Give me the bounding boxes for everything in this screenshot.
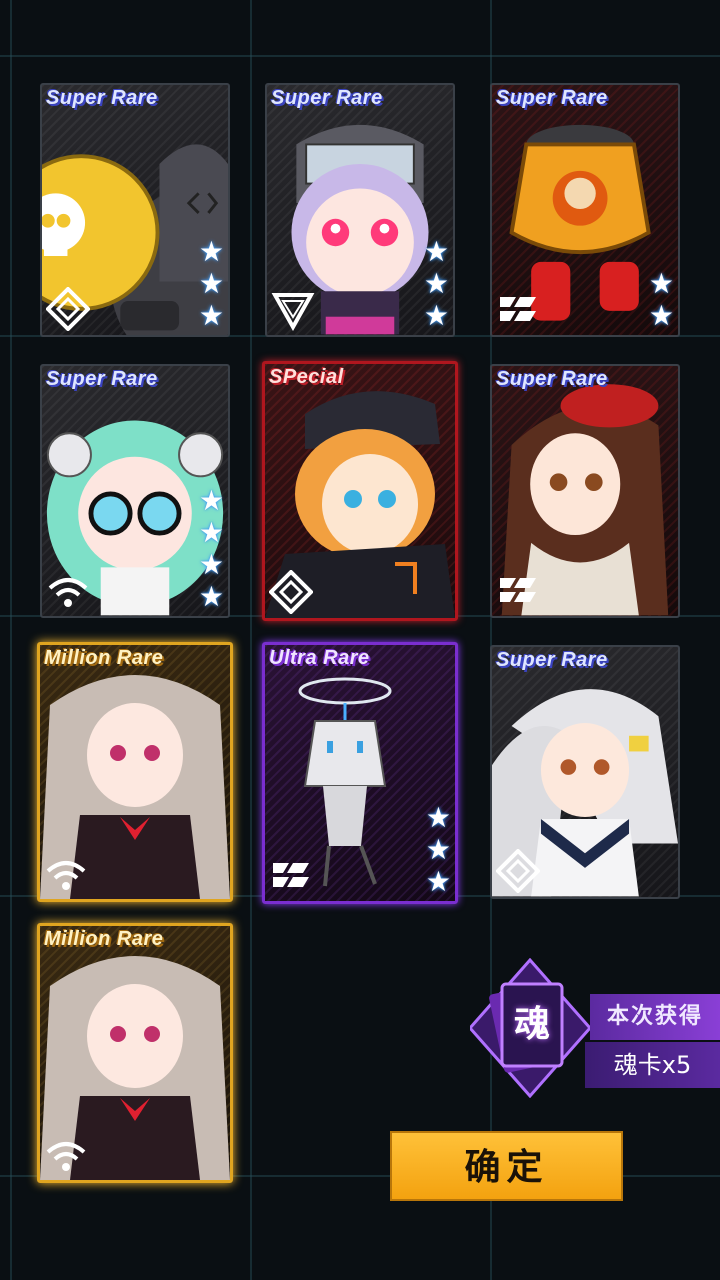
diamond-faction-icon xyxy=(496,849,540,893)
card-8[interactable]: Ultra Rare ★ ★ ★ xyxy=(262,642,458,904)
star-icon: ★ xyxy=(198,548,224,581)
star-icon: ★ xyxy=(198,516,224,549)
rarity-label: Million Rare xyxy=(44,928,164,950)
card-1[interactable]: Super Rare ★ ★ ★ xyxy=(40,83,230,337)
diamond-faction-icon xyxy=(269,570,313,614)
star-icon: ★ xyxy=(425,801,451,834)
soul-card-label: 魂 xyxy=(513,1004,550,1045)
diamond-faction-icon xyxy=(46,287,90,331)
card-3[interactable]: Super Rare ★ ★ xyxy=(490,83,680,337)
star-icon: ★ xyxy=(198,484,224,517)
star-icon: ★ xyxy=(425,865,451,898)
reward-title: 本次获得 xyxy=(590,994,720,1040)
card-6[interactable]: Super Rare xyxy=(490,364,680,618)
wifi-faction-icon xyxy=(46,861,86,890)
star-icon: ★ xyxy=(423,299,449,332)
star-icon: ★ xyxy=(198,235,224,268)
star-rating: ★ ★ ★ xyxy=(424,237,449,331)
card-2[interactable]: Super Rare ★ ★ ★ xyxy=(265,83,455,337)
star-rating: ★ ★ ★ xyxy=(199,237,224,331)
star-icon: ★ xyxy=(648,267,674,300)
rarity-label: Super Rare xyxy=(46,87,158,109)
star-icon: ★ xyxy=(423,267,449,300)
rarity-label: Super Rare xyxy=(496,649,608,671)
rarity-label: Super Rare xyxy=(496,368,608,390)
star-icon: ★ xyxy=(198,299,224,332)
star-icon: ★ xyxy=(425,833,451,866)
card-7[interactable]: Million Rare xyxy=(37,642,233,902)
star-rating: ★ ★ xyxy=(649,269,674,331)
confirm-button[interactable]: 确定 xyxy=(390,1131,623,1201)
slash-faction-icon xyxy=(500,297,536,321)
wifi-faction-icon xyxy=(46,1142,86,1171)
card-9[interactable]: Super Rare xyxy=(490,645,680,899)
rarity-label: Super Rare xyxy=(46,368,158,390)
star-icon: ★ xyxy=(423,235,449,268)
star-rating: ★ ★ ★ ★ xyxy=(199,486,224,612)
star-icon: ★ xyxy=(648,299,674,332)
rarity-label: Super Rare xyxy=(271,87,383,109)
slash-faction-icon xyxy=(500,578,536,602)
star-icon: ★ xyxy=(198,267,224,300)
rarity-label: Million Rare xyxy=(44,647,164,669)
slash-faction-icon xyxy=(273,863,309,887)
triangle-faction-icon xyxy=(271,293,315,331)
rarity-label: Ultra Rare xyxy=(269,647,370,669)
rarity-label: SPecial xyxy=(269,366,344,388)
star-icon: ★ xyxy=(198,580,224,613)
wifi-faction-icon xyxy=(48,578,88,607)
card-10[interactable]: Million Rare xyxy=(37,923,233,1183)
rarity-label: Super Rare xyxy=(496,87,608,109)
card-4[interactable]: Super Rare ★ ★ ★ ★ xyxy=(40,364,230,618)
card-5[interactable]: SPecial xyxy=(262,361,458,621)
star-rating: ★ ★ ★ xyxy=(426,803,451,897)
reward-item: 魂卡x5 xyxy=(585,1042,720,1088)
